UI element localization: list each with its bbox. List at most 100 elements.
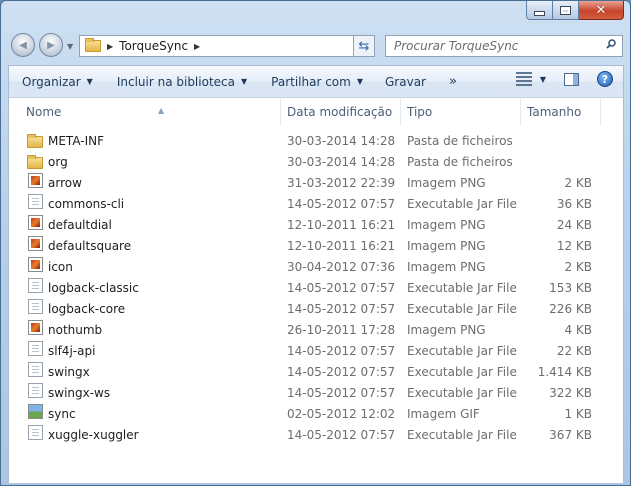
file-name: swingx-ws [48,386,111,400]
file-type: Executable Jar File [407,428,517,442]
png-file-icon [28,320,43,335]
file-row[interactable]: slf4j-api 14-05-2012 07:57 Executable Jar … [9,341,623,362]
file-size: 367 KB [549,428,592,442]
caption-buttons: ✕ [526,1,624,21]
refresh-button[interactable]: ⇆ [353,35,375,57]
breadcrumb-chevron-icon[interactable]: ▶ [107,42,113,51]
file-row[interactable]: commons-cli 14-05-2012 07:57 Executable Ja… [9,194,623,215]
column-header-date[interactable]: Data modificação [281,98,401,126]
file-size: 322 KB [549,386,592,400]
double-chevron-icon: » [448,74,457,89]
chevron-down-icon: ▼ [356,77,363,86]
column-type-label: Tipo [407,105,433,119]
view-options-dropdown-icon[interactable]: ▼ [540,75,546,84]
burn-label: Gravar [385,74,426,89]
file-date: 30-03-2014 14:28 [287,134,396,148]
file-row[interactable]: nothumb 26-10-2011 17:28 Imagem PNG 4 KB [9,320,623,341]
file-type: Imagem PNG [407,218,486,232]
file-name: logback-core [48,302,126,316]
minimize-icon [534,10,545,16]
file-row[interactable]: icon 30-04-2012 07:36 Imagem PNG 2 KB [9,257,623,278]
search-box[interactable] [385,35,623,57]
gif-file-icon [28,404,43,419]
folder-icon [27,134,43,148]
file-date: 12-10-2011 16:21 [287,239,396,253]
view-details-icon[interactable] [515,72,532,86]
file-date: 14-05-2012 07:57 [287,197,396,211]
column-header-type[interactable]: Tipo [401,98,521,126]
file-type: Imagem PNG [407,323,486,337]
file-name: sync [48,407,76,421]
jar-file-icon [28,278,43,293]
file-row[interactable]: defaultsquare 12-10-2011 16:21 Imagem PNG 1… [9,236,623,257]
file-date: 14-05-2012 07:57 [287,302,396,316]
column-header-name[interactable]: Nome ▲ [20,98,281,126]
back-button[interactable]: ◀ [11,33,35,57]
sort-ascending-icon: ▲ [158,106,165,115]
file-date: 26-10-2011 17:28 [287,323,396,337]
file-row[interactable]: swingx-ws 14-05-2012 07:57 Executable Jar … [9,383,623,404]
organize-button[interactable]: Organizar ▼ [14,70,101,94]
jar-file-icon [28,383,43,398]
file-size: 4 KB [564,323,592,337]
file-date: 14-05-2012 07:57 [287,428,396,442]
file-row[interactable]: sync 02-05-2012 12:02 Imagem GIF 1 KB [9,404,623,425]
chevron-down-icon: ▼ [86,77,93,86]
column-name-label: Nome [26,105,62,119]
file-date: 30-04-2012 07:36 [287,260,396,274]
minimize-button[interactable] [526,1,553,20]
forward-arrow-icon: ▶ [47,39,55,51]
file-row[interactable]: logback-classic 14-05-2012 07:57 Executabl… [9,278,623,299]
file-type: Executable Jar File [407,386,517,400]
file-name: defaultdial [48,218,112,232]
include-library-label: Incluir na biblioteca [116,74,235,89]
burn-button[interactable]: Gravar [377,70,434,94]
help-icon[interactable]: ? [597,71,613,87]
file-row[interactable]: defaultdial 12-10-2011 16:21 Imagem PNG 24 … [9,215,623,236]
file-name: swingx [48,365,90,379]
file-name: META-INF [48,134,105,148]
png-file-icon [28,257,43,272]
file-type: Executable Jar File [407,197,517,211]
search-input[interactable] [392,38,601,54]
explorer-window: ✕ ◀ ▶ ▼ ▶ TorqueSync ▶ ▼ ⇆ [0,0,631,486]
column-header-size[interactable]: Tamanho [521,98,601,126]
preview-pane-icon[interactable] [564,72,579,86]
organize-label: Organizar [22,74,81,89]
file-row[interactable]: arrow 31-03-2012 22:39 Imagem PNG 2 KB [9,173,623,194]
file-name: logback-classic [48,281,139,295]
file-name: defaultsquare [48,239,132,253]
file-rows: META-INF 30-03-2014 14:28 Pasta de ficheir… [9,131,623,446]
file-row[interactable]: org 30-03-2014 14:28 Pasta de ficheiros [9,152,623,173]
file-size: 226 KB [549,302,592,316]
png-file-icon [28,236,43,251]
file-type: Imagem GIF [407,407,480,421]
view-controls: ▼ ? [515,71,613,87]
maximize-button[interactable] [553,1,579,20]
breadcrumb-chevron-icon[interactable]: ▶ [194,42,200,51]
breadcrumb-torquesync[interactable]: TorqueSync [119,39,188,53]
address-bar[interactable]: ▶ TorqueSync ▶ ▼ [79,35,375,57]
forward-button[interactable]: ▶ [39,33,63,57]
file-size: 22 KB [556,344,592,358]
file-row[interactable]: xuggle-xuggler 14-05-2012 07:57 Executable… [9,425,623,446]
file-type: Imagem PNG [407,176,486,190]
file-row[interactable]: logback-core 14-05-2012 07:57 Executable J… [9,299,623,320]
include-in-library-button[interactable]: Incluir na biblioteca ▼ [109,70,255,94]
close-button[interactable]: ✕ [579,1,624,20]
close-icon: ✕ [595,2,607,18]
file-row[interactable]: swingx 14-05-2012 07:57 Executable Jar Fil… [9,362,623,383]
file-row[interactable]: META-INF 30-03-2014 14:28 Pasta de ficheir… [9,131,623,152]
search-icon[interactable] [606,39,616,49]
file-type: Executable Jar File [407,302,517,316]
file-size: 36 KB [556,197,592,211]
file-name: commons-cli [48,197,125,211]
file-date: 02-05-2012 12:02 [287,407,396,421]
column-headers: Nome ▲ Data modificação Tipo Tamanho [9,98,623,126]
share-with-button[interactable]: Partilhar com ▼ [263,70,371,94]
file-type: Executable Jar File [407,344,517,358]
file-size: 24 KB [556,218,592,232]
file-size: 12 KB [556,239,592,253]
more-commands-button[interactable]: » [439,70,464,94]
recent-pages-dropdown[interactable]: ▼ [67,42,73,51]
